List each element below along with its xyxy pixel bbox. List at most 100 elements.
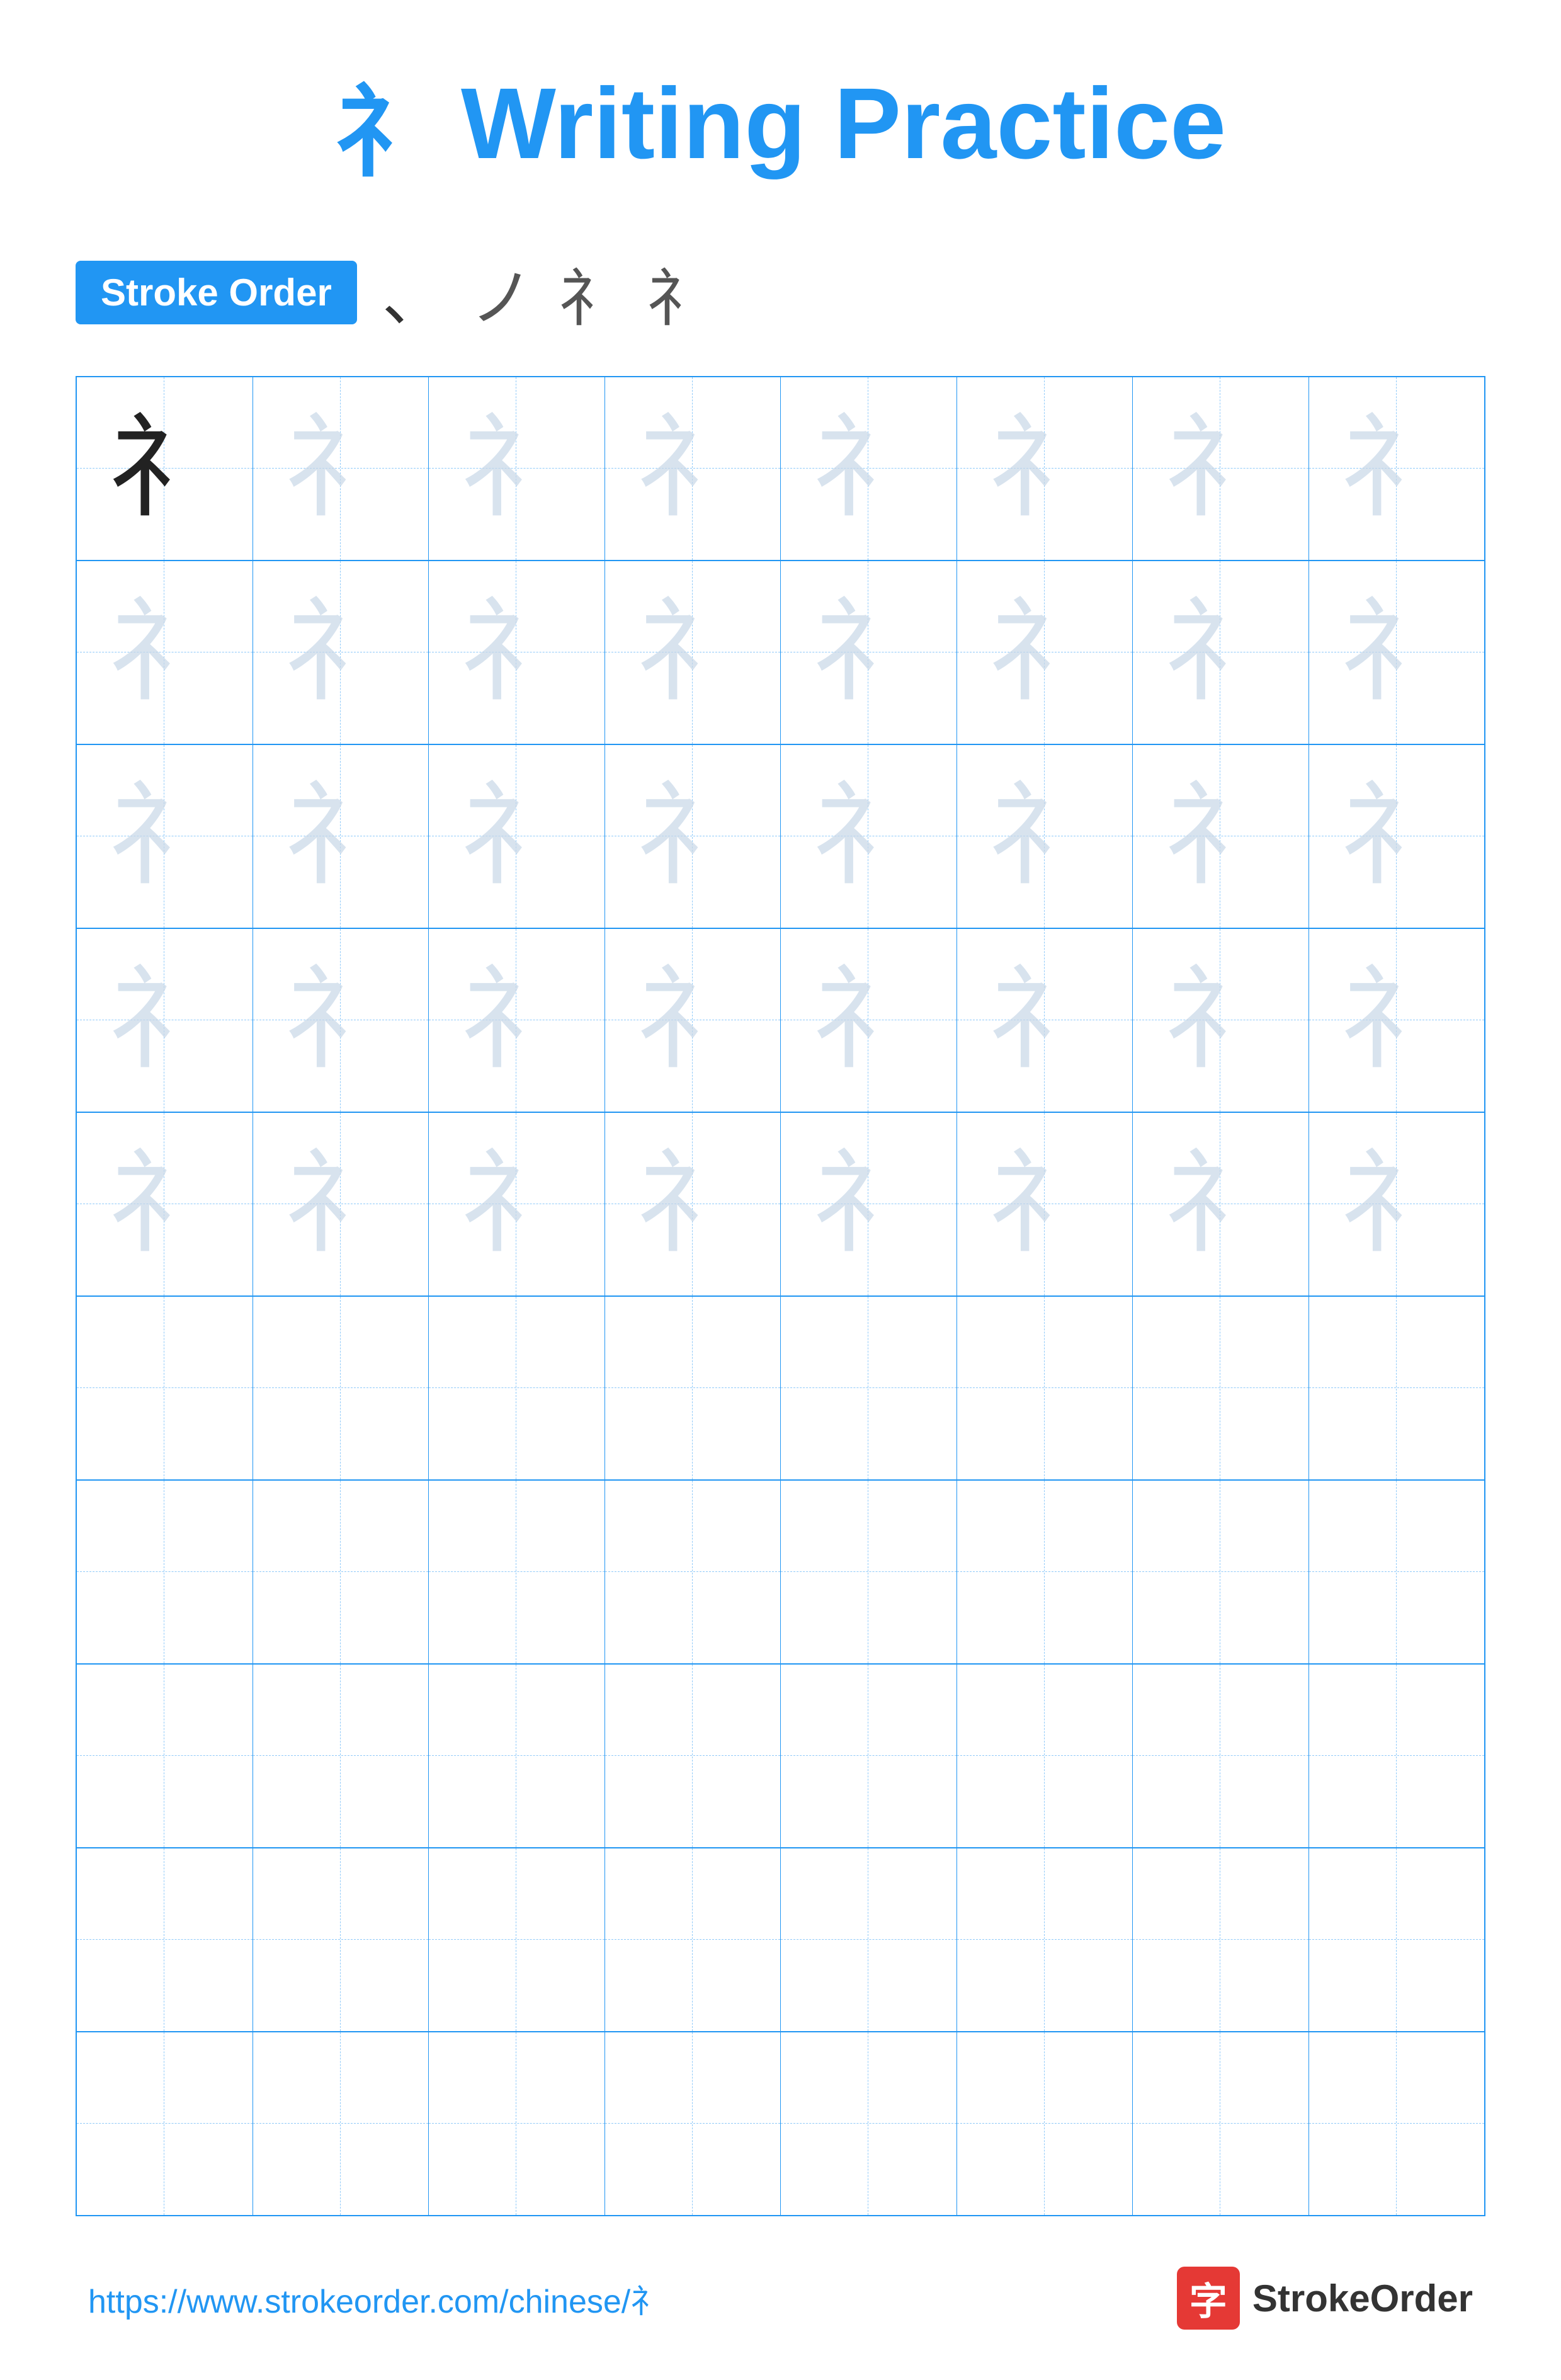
grid-cell[interactable] [429, 1297, 605, 1479]
grid-cell[interactable]: 礻 [77, 561, 253, 744]
grid-cell[interactable] [781, 1481, 957, 1663]
grid-cell[interactable]: 礻 [253, 1113, 429, 1295]
grid-cell[interactable] [253, 1297, 429, 1479]
grid-cell[interactable] [605, 1848, 781, 2031]
grid-cell[interactable] [253, 1848, 429, 2031]
grid-cell[interactable]: 礻 [957, 561, 1133, 744]
practice-char: 礻 [108, 412, 221, 525]
grid-cell[interactable] [429, 1665, 605, 1847]
grid-cell[interactable] [957, 1297, 1133, 1479]
grid-cell[interactable] [1309, 1665, 1485, 1847]
grid-cell[interactable] [1133, 1665, 1309, 1847]
grid-cell[interactable]: 礻 [1309, 1113, 1485, 1295]
grid-cell[interactable]: 礻 [605, 745, 781, 928]
grid-cell[interactable]: 礻 [253, 929, 429, 1112]
grid-cell[interactable]: 礻 [1309, 377, 1485, 560]
grid-cell[interactable] [605, 1297, 781, 1479]
grid-cell[interactable] [605, 1481, 781, 1663]
grid-cell[interactable]: 礻 [1133, 929, 1309, 1112]
grid-cell[interactable]: 礻 [781, 1113, 957, 1295]
grid-cell[interactable]: 礻 [781, 561, 957, 744]
grid-cell[interactable]: 礻 [429, 561, 605, 744]
grid-cell[interactable]: 礻 [77, 745, 253, 928]
grid-cell[interactable] [429, 1481, 605, 1663]
grid-cell[interactable] [1133, 1848, 1309, 2031]
grid-cell[interactable]: 礻 [605, 1113, 781, 1295]
grid-cell[interactable]: 礻 [605, 377, 781, 560]
grid-cell[interactable]: 礻 [253, 561, 429, 744]
grid-cell[interactable] [77, 1297, 253, 1479]
stroke-4: 礻 [647, 247, 710, 338]
grid-cell[interactable] [253, 1481, 429, 1663]
grid-cell[interactable] [253, 1665, 429, 1847]
grid-cell[interactable] [77, 2032, 253, 2215]
grid-cell[interactable]: 礻 [77, 377, 253, 560]
grid-cell[interactable]: 礻 [1133, 745, 1309, 928]
grid-cell[interactable]: 礻 [605, 929, 781, 1112]
grid-cell[interactable]: 礻 [1133, 561, 1309, 744]
grid-row-empty [77, 1665, 1484, 1848]
grid-cell[interactable] [1133, 1297, 1309, 1479]
grid-cell[interactable] [429, 1848, 605, 2031]
grid-cell[interactable] [77, 1481, 253, 1663]
grid-cell[interactable] [1133, 2032, 1309, 2215]
grid-cell[interactable]: 礻 [957, 745, 1133, 928]
grid-cell[interactable]: 礻 [1309, 561, 1485, 744]
practice-char: 礻 [636, 780, 749, 893]
practice-char: 礻 [460, 780, 573, 893]
grid-cell[interactable] [1133, 1481, 1309, 1663]
stroke-sequence: 、 ノ 礻 礻 [382, 247, 710, 338]
practice-char: 礻 [284, 1147, 397, 1261]
grid-cell[interactable]: 礻 [1133, 377, 1309, 560]
grid-cell[interactable]: 礻 [1133, 1113, 1309, 1295]
grid-row: 礻 礻 礻 礻 礻 礻 礻 礻 [77, 929, 1484, 1113]
grid-cell[interactable]: 礻 [429, 377, 605, 560]
grid-cell[interactable] [1309, 1848, 1485, 2031]
grid-cell[interactable] [77, 1848, 253, 2031]
grid-cell[interactable] [781, 1297, 957, 1479]
grid-cell[interactable]: 礻 [429, 929, 605, 1112]
practice-char: 礻 [636, 412, 749, 525]
grid-cell[interactable]: 礻 [77, 1113, 253, 1295]
grid-cell[interactable] [957, 1481, 1133, 1663]
grid-cell[interactable] [957, 2032, 1133, 2215]
practice-char: 礻 [1340, 412, 1453, 525]
grid-row: 礻 礻 礻 礻 礻 礻 礻 礻 [77, 745, 1484, 929]
grid-cell[interactable] [781, 1848, 957, 2031]
practice-char: 礻 [636, 964, 749, 1077]
grid-cell[interactable]: 礻 [77, 929, 253, 1112]
grid-cell[interactable]: 礻 [253, 377, 429, 560]
grid-cell[interactable]: 礻 [781, 745, 957, 928]
practice-char: 礻 [988, 412, 1101, 525]
grid-cell[interactable]: 礻 [957, 929, 1133, 1112]
grid-cell[interactable] [253, 2032, 429, 2215]
grid-cell[interactable]: 礻 [429, 745, 605, 928]
grid-cell[interactable]: 礻 [253, 745, 429, 928]
grid-cell[interactable]: 礻 [605, 561, 781, 744]
grid-cell[interactable] [781, 1665, 957, 1847]
footer-url[interactable]: https://www.strokeorder.com/chinese/礻 [88, 2275, 663, 2322]
grid-cell[interactable]: 礻 [1309, 929, 1485, 1112]
practice-char: 礻 [284, 412, 397, 525]
grid-cell[interactable]: 礻 [957, 1113, 1133, 1295]
grid-cell[interactable] [1309, 1481, 1485, 1663]
grid-row-empty [77, 1848, 1484, 2032]
grid-cell[interactable] [77, 1665, 253, 1847]
practice-char: 礻 [988, 780, 1101, 893]
practice-char: 礻 [1164, 780, 1277, 893]
grid-cell[interactable] [1309, 1297, 1485, 1479]
grid-cell[interactable] [1309, 2032, 1485, 2215]
practice-char: 礻 [1340, 964, 1453, 1077]
grid-cell[interactable]: 礻 [1309, 745, 1485, 928]
grid-cell[interactable] [605, 1665, 781, 1847]
grid-cell[interactable] [957, 1848, 1133, 2031]
grid-cell[interactable]: 礻 [957, 377, 1133, 560]
grid-cell[interactable]: 礻 [781, 377, 957, 560]
grid-cell[interactable] [605, 2032, 781, 2215]
grid-cell[interactable] [429, 2032, 605, 2215]
grid-cell[interactable]: 礻 [429, 1113, 605, 1295]
grid-cell[interactable] [781, 2032, 957, 2215]
grid-cell[interactable] [957, 1665, 1133, 1847]
practice-char: 礻 [1164, 596, 1277, 709]
grid-cell[interactable]: 礻 [781, 929, 957, 1112]
